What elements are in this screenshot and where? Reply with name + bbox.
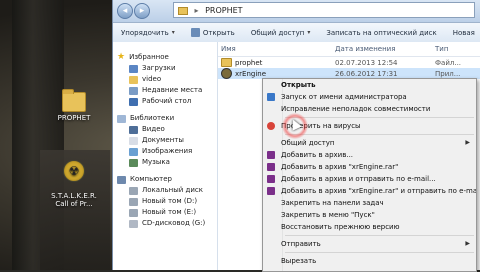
menu-item-pin-start[interactable]: Закрепить в меню "Пуск": [263, 209, 476, 221]
antivirus-icon: [267, 122, 275, 130]
menu-separator: [285, 235, 474, 236]
nav-item-documents[interactable]: Документы: [113, 135, 217, 146]
nav-item-volume-e[interactable]: Новый том (E:): [113, 207, 217, 218]
drive-icon: [129, 197, 138, 206]
nav-item-pictures[interactable]: Изображения: [113, 146, 217, 157]
back-icon[interactable]: ◂: [117, 3, 133, 19]
menu-separator: [285, 252, 474, 253]
menu-item-add-to-rar[interactable]: Добавить в архив "xrEngine.rar": [263, 161, 476, 173]
nav-item-cd-drive[interactable]: CD-дисковод (G:): [113, 218, 217, 229]
menu-item-add-archive[interactable]: Добавить в архив...: [263, 149, 476, 161]
menu-separator: [285, 117, 474, 118]
nav-group-favorites[interactable]: ★ Избранное: [113, 52, 217, 63]
nav-item-video[interactable]: video: [113, 74, 217, 85]
video-library-icon: [129, 125, 138, 134]
folder-icon: [129, 75, 138, 84]
column-date[interactable]: Дата изменения: [335, 45, 395, 53]
downloads-icon: [129, 64, 138, 73]
computer-icon: [117, 175, 126, 184]
winrar-icon: [267, 187, 275, 195]
folder-icon: [62, 89, 86, 112]
winrar-icon: [267, 151, 275, 159]
burn-button[interactable]: Записать на оптический диск: [318, 29, 444, 37]
navigation-pane: ★ Избранное Загрузки video Недавние места…: [113, 42, 218, 270]
title-bar: ◂ ▸ ▸ PROPHET: [113, 0, 480, 23]
winrar-icon: [267, 175, 275, 183]
radiation-icon: ☢: [63, 160, 85, 182]
nav-item-volume-d[interactable]: Новый том (D:): [113, 196, 217, 207]
drive-icon: [129, 186, 138, 195]
pictures-icon: [129, 147, 138, 156]
breadcrumb-separator: ▸: [194, 6, 199, 15]
menu-item-pin-taskbar[interactable]: Закрепить на панели задач: [263, 197, 476, 209]
list-item[interactable]: prophet 02.07.2013 12:54 Файл...: [218, 57, 480, 68]
documents-icon: [129, 136, 138, 145]
nav-group-computer[interactable]: Компьютер: [113, 174, 217, 185]
submenu-arrow-icon: ▶: [465, 139, 470, 146]
cd-drive-icon: [129, 219, 138, 228]
desktop-icon-stalker[interactable]: ☢ S.T.A.L.K.E.R. Call of Pr...: [44, 152, 104, 216]
command-bar: Упорядочить ▾ Открыть Общий доступ ▾ Запис…: [113, 23, 480, 43]
recent-places-icon: [129, 86, 138, 95]
menu-item-restore-version[interactable]: Восстановить прежнюю версию: [263, 221, 476, 233]
forward-icon[interactable]: ▸: [134, 3, 150, 19]
organize-button[interactable]: Упорядочить ▾: [113, 29, 183, 37]
winrar-icon: [267, 163, 275, 171]
drive-icon: [129, 208, 138, 217]
address-bar[interactable]: ▸ PROPHET: [173, 2, 475, 18]
submenu-arrow-icon: ▶: [465, 240, 470, 247]
nav-item-local-disk[interactable]: Локальный диск: [113, 185, 217, 196]
folder-small-icon: [178, 6, 188, 15]
menu-item-run-as-admin[interactable]: Запуск от имени администратора: [263, 91, 476, 103]
music-icon: [129, 158, 138, 167]
column-name[interactable]: Имя: [221, 45, 236, 53]
new-folder-button[interactable]: Новая: [445, 29, 480, 37]
share-button[interactable]: Общий доступ ▾: [243, 29, 319, 37]
application-icon: [221, 68, 232, 79]
star-icon: ★: [117, 52, 126, 62]
desktop-icon-label: PROPHET: [57, 114, 91, 122]
folder-icon: [221, 58, 232, 67]
chevron-down-icon: ▾: [307, 29, 311, 36]
menu-item-rar-email[interactable]: Добавить в архив "xrEngine.rar" и отправ…: [263, 185, 476, 197]
shield-icon: [267, 93, 275, 101]
menu-item-open[interactable]: Открыть: [263, 79, 476, 91]
breadcrumb-folder[interactable]: PROPHET: [205, 6, 242, 15]
chevron-down-icon: ▾: [171, 29, 175, 36]
libraries-icon: [117, 114, 126, 123]
nav-item-music[interactable]: Музыка: [113, 157, 217, 168]
desktop-icon-label: S.T.A.L.K.E.R. Call of Pr...: [51, 192, 97, 208]
nav-item-recent[interactable]: Недавние места: [113, 85, 217, 96]
context-menu: Открыть Запуск от имени администратора И…: [262, 78, 477, 272]
open-button[interactable]: Открыть: [183, 28, 243, 37]
column-headers: Имя Дата изменения Тип: [218, 42, 480, 57]
desktop-icon-prophet[interactable]: PROPHET: [44, 89, 104, 122]
menu-item-archive-email[interactable]: Добавить в архив и отправить по e-mail..…: [263, 173, 476, 185]
desktop-icon: [129, 97, 138, 106]
nav-group-libraries[interactable]: Библиотеки: [113, 113, 217, 124]
nav-item-videos[interactable]: Видео: [113, 124, 217, 135]
nav-item-downloads[interactable]: Загрузки: [113, 63, 217, 74]
nav-item-desktop[interactable]: Рабочий стол: [113, 96, 217, 107]
menu-separator: [285, 134, 474, 135]
column-type[interactable]: Тип: [435, 45, 448, 53]
menu-item-cut[interactable]: Вырезать: [263, 255, 476, 267]
open-icon: [190, 28, 200, 37]
menu-item-send-to[interactable]: Отправить ▶: [263, 238, 476, 250]
